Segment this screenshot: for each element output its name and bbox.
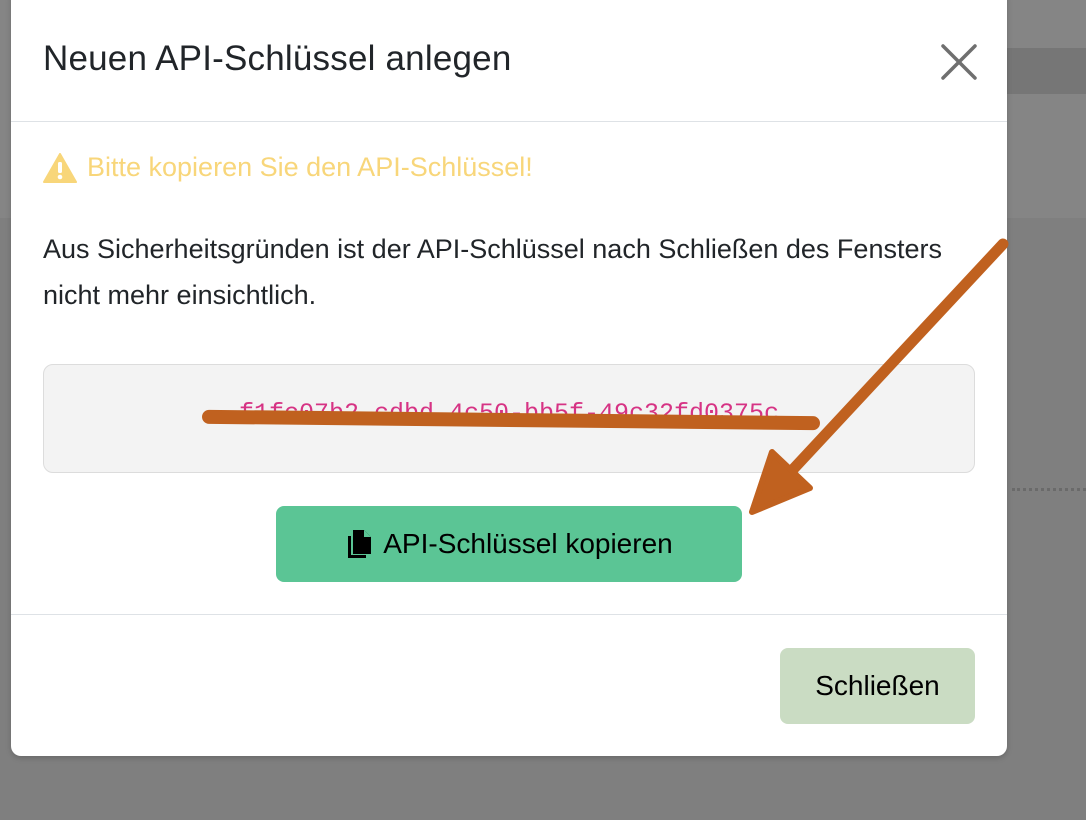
background-dotted-divider bbox=[1012, 488, 1086, 491]
warning-text: Bitte kopieren Sie den API-Schlüssel! bbox=[87, 152, 533, 182]
background-page-strip bbox=[1006, 48, 1086, 94]
close-button[interactable]: Schließen bbox=[780, 648, 975, 724]
copy-button-label: API-Schlüssel kopieren bbox=[383, 528, 673, 559]
api-key-display[interactable]: f1fc07b2-cdbd-4c50-bb5f-49c32fd0375c bbox=[43, 364, 975, 473]
copy-icon bbox=[348, 530, 372, 558]
security-info-text: Aus Sicherheitsgründen ist der API-Schlü… bbox=[43, 234, 942, 310]
close-icon bbox=[941, 44, 977, 80]
modal-header: Neuen API-Schlüssel anlegen bbox=[11, 0, 1007, 122]
warning-message: Bitte kopieren Sie den API-Schlüssel! bbox=[43, 152, 533, 183]
modal-body: Bitte kopieren Sie den API-Schlüssel! Au… bbox=[11, 122, 1007, 615]
copy-api-key-button[interactable]: API-Schlüssel kopieren bbox=[276, 506, 742, 582]
modal-title: Neuen API-Schlüssel anlegen bbox=[43, 39, 512, 78]
warning-icon bbox=[43, 152, 77, 183]
create-api-key-modal: Neuen API-Schlüssel anlegen Bitte kopier… bbox=[11, 0, 1007, 756]
modal-close-button[interactable] bbox=[937, 40, 981, 84]
modal-footer: Schließen bbox=[11, 615, 1007, 756]
